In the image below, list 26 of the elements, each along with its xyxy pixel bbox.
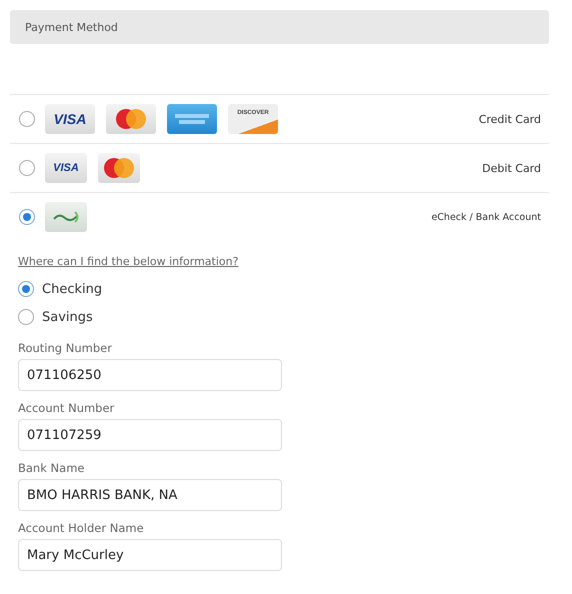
radio-button[interactable] <box>18 281 34 297</box>
payment-method-label: eCheck / Bank Account <box>431 212 541 222</box>
mastercard-logo <box>114 108 148 130</box>
input-field[interactable]: 071106250 <box>18 359 282 391</box>
echeck-logo <box>51 210 81 224</box>
amex-logo <box>167 104 217 134</box>
input-field[interactable]: Mary McCurley <box>18 539 282 571</box>
field-label: Bank Name <box>18 461 86 475</box>
radio-button[interactable] <box>19 209 35 225</box>
input-field[interactable]: 071107259 <box>18 419 282 451</box>
mastercard-logo <box>102 157 136 179</box>
payment-method-label: Credit Card <box>478 112 541 126</box>
field-label: Account Number <box>18 401 116 415</box>
radio-label: Checking <box>42 282 102 296</box>
visa-logo: VISA <box>45 104 95 134</box>
radio-button[interactable] <box>19 111 35 127</box>
help-link[interactable]: Where can I find the below information? <box>18 255 238 268</box>
field-label: Routing Number <box>18 341 113 355</box>
radio-button[interactable] <box>19 160 35 176</box>
radio-label: Savings <box>42 310 93 324</box>
visa-debit-logo: VISA <box>45 153 87 183</box>
field-label: Account Holder Name <box>18 521 145 535</box>
input-field[interactable]: BMO HARRIS BANK, NA <box>18 479 282 511</box>
section-title: Payment Method <box>25 20 118 34</box>
radio-button[interactable] <box>18 309 34 325</box>
payment-method-label: Debit Card <box>482 162 541 174</box>
